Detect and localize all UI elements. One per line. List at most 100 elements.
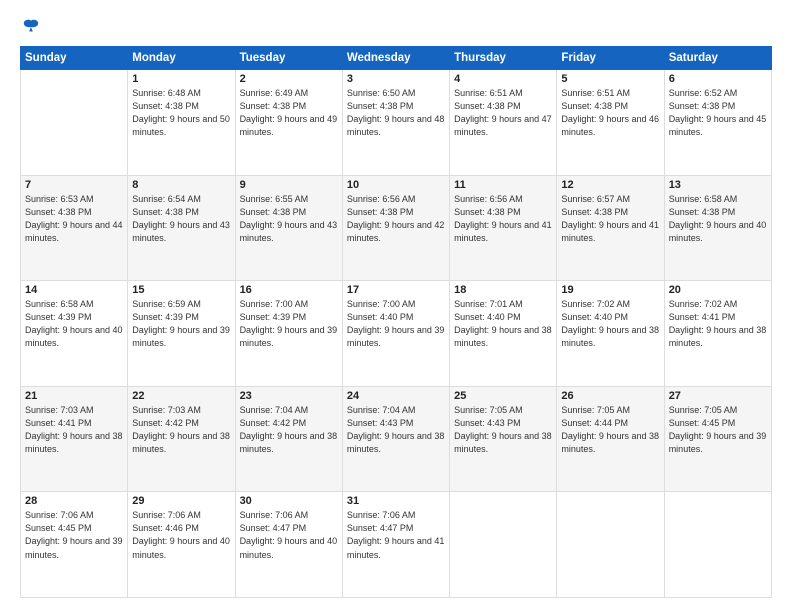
cell-info: Sunrise: 6:54 AMSunset: 4:38 PMDaylight:… [132,193,230,245]
calendar-cell: 22 Sunrise: 7:03 AMSunset: 4:42 PMDayligh… [128,386,235,492]
day-number: 18 [454,284,552,296]
week-row-2: 7 Sunrise: 6:53 AMSunset: 4:38 PMDaylight… [21,175,772,281]
cell-info: Sunrise: 7:06 AMSunset: 4:46 PMDaylight:… [132,509,230,561]
day-number: 26 [561,390,659,402]
calendar-cell: 28 Sunrise: 7:06 AMSunset: 4:45 PMDayligh… [21,492,128,598]
calendar-cell: 7 Sunrise: 6:53 AMSunset: 4:38 PMDaylight… [21,175,128,281]
calendar-cell: 23 Sunrise: 7:04 AMSunset: 4:42 PMDayligh… [235,386,342,492]
calendar-cell: 26 Sunrise: 7:05 AMSunset: 4:44 PMDayligh… [557,386,664,492]
calendar-cell [450,492,557,598]
cell-info: Sunrise: 6:48 AMSunset: 4:38 PMDaylight:… [132,87,230,139]
week-row-5: 28 Sunrise: 7:06 AMSunset: 4:45 PMDayligh… [21,492,772,598]
cell-info: Sunrise: 7:02 AMSunset: 4:41 PMDaylight:… [669,298,767,350]
cell-info: Sunrise: 7:01 AMSunset: 4:40 PMDaylight:… [454,298,552,350]
weekday-header-saturday: Saturday [664,47,771,70]
cell-info: Sunrise: 6:50 AMSunset: 4:38 PMDaylight:… [347,87,445,139]
calendar-cell: 3 Sunrise: 6:50 AMSunset: 4:38 PMDaylight… [342,70,449,176]
weekday-header-thursday: Thursday [450,47,557,70]
day-number: 30 [240,495,338,507]
day-number: 25 [454,390,552,402]
cell-info: Sunrise: 7:03 AMSunset: 4:41 PMDaylight:… [25,404,123,456]
calendar-cell: 15Sunrise: 6:59 AMSunset: 4:39 PMDayligh… [128,281,235,387]
calendar-cell: 25 Sunrise: 7:05 AMSunset: 4:43 PMDayligh… [450,386,557,492]
day-number: 3 [347,73,445,85]
cell-info: Sunrise: 7:02 AMSunset: 4:40 PMDaylight:… [561,298,659,350]
day-number: 22 [132,390,230,402]
day-number: 27 [669,390,767,402]
calendar-cell [664,492,771,598]
calendar-cell: 24 Sunrise: 7:04 AMSunset: 4:43 PMDayligh… [342,386,449,492]
cell-info: Sunrise: 7:00 AMSunset: 4:40 PMDaylight:… [347,298,445,350]
day-number: 20 [669,284,767,296]
cell-info: Sunrise: 7:03 AMSunset: 4:42 PMDaylight:… [132,404,230,456]
cell-info: Sunrise: 7:05 AMSunset: 4:44 PMDaylight:… [561,404,659,456]
day-number: 7 [25,179,123,191]
calendar-cell: 20 Sunrise: 7:02 AMSunset: 4:41 PMDayligh… [664,281,771,387]
calendar-cell: 29Sunrise: 7:06 AMSunset: 4:46 PMDayligh… [128,492,235,598]
day-number: 5 [561,73,659,85]
day-number: 9 [240,179,338,191]
header [20,18,772,36]
week-row-3: 14Sunrise: 6:58 AMSunset: 4:39 PMDayligh… [21,281,772,387]
calendar-cell: 17Sunrise: 7:00 AMSunset: 4:40 PMDayligh… [342,281,449,387]
calendar-cell: 21 Sunrise: 7:03 AMSunset: 4:41 PMDayligh… [21,386,128,492]
day-number: 6 [669,73,767,85]
calendar-cell: 27 Sunrise: 7:05 AMSunset: 4:45 PMDayligh… [664,386,771,492]
cell-info: Sunrise: 7:04 AMSunset: 4:42 PMDaylight:… [240,404,338,456]
cell-info: Sunrise: 6:56 AMSunset: 4:38 PMDaylight:… [347,193,445,245]
day-number: 11 [454,179,552,191]
cell-info: Sunrise: 7:05 AMSunset: 4:45 PMDaylight:… [669,404,767,456]
logo-bird-icon [22,18,40,36]
day-number: 23 [240,390,338,402]
calendar-cell: 16 Sunrise: 7:00 AMSunset: 4:39 PMDayligh… [235,281,342,387]
cell-info: Sunrise: 7:06 AMSunset: 4:45 PMDaylight:… [25,509,123,561]
weekday-header-monday: Monday [128,47,235,70]
calendar-page: SundayMondayTuesdayWednesdayThursdayFrid… [0,0,792,612]
cell-info: Sunrise: 7:06 AMSunset: 4:47 PMDaylight:… [240,509,338,561]
calendar-cell: 6 Sunrise: 6:52 AMSunset: 4:38 PMDaylight… [664,70,771,176]
cell-info: Sunrise: 6:56 AMSunset: 4:38 PMDaylight:… [454,193,552,245]
cell-info: Sunrise: 6:52 AMSunset: 4:38 PMDaylight:… [669,87,767,139]
calendar-cell: 5 Sunrise: 6:51 AMSunset: 4:38 PMDaylight… [557,70,664,176]
calendar-cell: 11 Sunrise: 6:56 AMSunset: 4:38 PMDayligh… [450,175,557,281]
weekday-header-row: SundayMondayTuesdayWednesdayThursdayFrid… [21,47,772,70]
day-number: 19 [561,284,659,296]
cell-info: Sunrise: 6:53 AMSunset: 4:38 PMDaylight:… [25,193,123,245]
calendar-cell: 30 Sunrise: 7:06 AMSunset: 4:47 PMDayligh… [235,492,342,598]
day-number: 24 [347,390,445,402]
cell-info: Sunrise: 6:57 AMSunset: 4:38 PMDaylight:… [561,193,659,245]
calendar-cell: 1 Sunrise: 6:48 AMSunset: 4:38 PMDaylight… [128,70,235,176]
cell-info: Sunrise: 6:49 AMSunset: 4:38 PMDaylight:… [240,87,338,139]
day-number: 12 [561,179,659,191]
calendar-cell: 13Sunrise: 6:58 AMSunset: 4:38 PMDayligh… [664,175,771,281]
week-row-1: 1 Sunrise: 6:48 AMSunset: 4:38 PMDaylight… [21,70,772,176]
day-number: 21 [25,390,123,402]
calendar-cell [557,492,664,598]
week-row-4: 21 Sunrise: 7:03 AMSunset: 4:41 PMDayligh… [21,386,772,492]
day-number: 28 [25,495,123,507]
day-number: 13 [669,179,767,191]
cell-info: Sunrise: 6:58 AMSunset: 4:39 PMDaylight:… [25,298,123,350]
weekday-header-tuesday: Tuesday [235,47,342,70]
weekday-header-friday: Friday [557,47,664,70]
calendar-cell: 8Sunrise: 6:54 AMSunset: 4:38 PMDaylight… [128,175,235,281]
calendar-cell: 19 Sunrise: 7:02 AMSunset: 4:40 PMDayligh… [557,281,664,387]
cell-info: Sunrise: 7:05 AMSunset: 4:43 PMDaylight:… [454,404,552,456]
cell-info: Sunrise: 6:51 AMSunset: 4:38 PMDaylight:… [561,87,659,139]
calendar-table: SundayMondayTuesdayWednesdayThursdayFrid… [20,46,772,598]
cell-info: Sunrise: 7:06 AMSunset: 4:47 PMDaylight:… [347,509,445,561]
calendar-cell: 2 Sunrise: 6:49 AMSunset: 4:38 PMDaylight… [235,70,342,176]
cell-info: Sunrise: 6:59 AMSunset: 4:39 PMDaylight:… [132,298,230,350]
logo [20,18,40,36]
day-number: 10 [347,179,445,191]
day-number: 16 [240,284,338,296]
calendar-cell: 10 Sunrise: 6:56 AMSunset: 4:38 PMDayligh… [342,175,449,281]
cell-info: Sunrise: 7:00 AMSunset: 4:39 PMDaylight:… [240,298,338,350]
calendar-cell: 9Sunrise: 6:55 AMSunset: 4:38 PMDaylight… [235,175,342,281]
day-number: 4 [454,73,552,85]
cell-info: Sunrise: 7:04 AMSunset: 4:43 PMDaylight:… [347,404,445,456]
day-number: 2 [240,73,338,85]
calendar-cell: 12 Sunrise: 6:57 AMSunset: 4:38 PMDayligh… [557,175,664,281]
calendar-cell [21,70,128,176]
day-number: 1 [132,73,230,85]
